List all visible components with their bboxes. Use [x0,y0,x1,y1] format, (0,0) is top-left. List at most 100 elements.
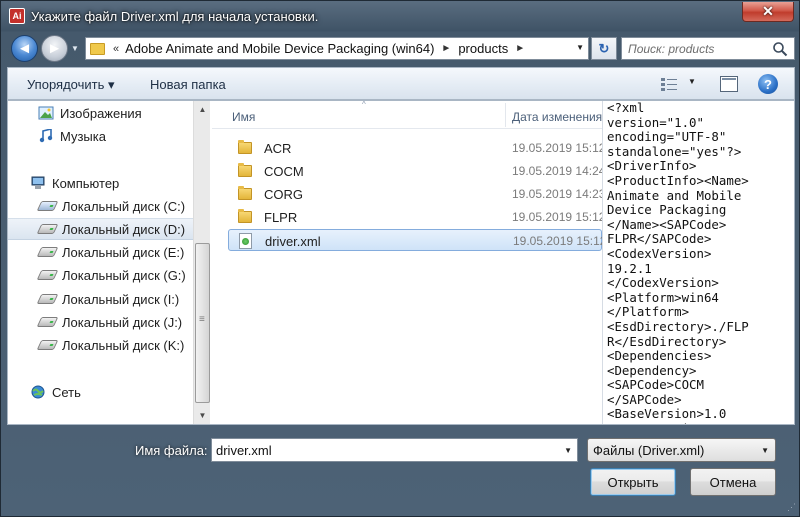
nav-item-drive-d[interactable]: Локальный диск (D:) [8,218,193,240]
preview-pane-toggle[interactable] [720,76,738,92]
drive-icon [36,224,59,234]
file-type-filter[interactable]: Файлы (Driver.xml) ▼ [587,438,776,462]
nav-label: Локальный диск (I:) [62,291,180,307]
content-area: Изображения Музыка Компьютер Локальный д… [7,100,795,425]
file-name: FLPR [264,210,298,225]
drive-icon [36,317,59,327]
drive-icon [36,340,59,350]
chevron-down-icon: ▼ [761,446,769,455]
file-name: COCM [264,164,304,179]
help-icon[interactable]: ? [758,74,778,94]
nav-item-computer[interactable]: Компьютер [8,172,193,194]
nav-item-drive-c[interactable]: Локальный диск (C:) [8,195,193,217]
column-name[interactable]: Имя [232,110,255,124]
nav-item-music[interactable]: Музыка [8,125,193,147]
folder-icon [238,140,252,154]
file-row[interactable]: CORG 19.05.2019 14:23 [228,183,602,205]
view-dropdown[interactable]: ▼ [688,77,696,86]
file-date: 19.05.2019 15:12 [512,210,602,224]
column-date-modified[interactable]: Дата изменения [512,110,602,124]
open-button[interactable]: Открыть [590,468,676,496]
navigation-pane: Изображения Музыка Компьютер Локальный д… [8,101,211,424]
file-name: ACR [264,141,292,156]
search-icon[interactable] [772,41,788,57]
scroll-up-arrow[interactable]: ▲ [194,101,211,118]
pictures-icon [38,106,54,120]
file-row-selected[interactable]: driver.xml 19.05.2019 15:12 [228,229,602,251]
file-date: 19.05.2019 15:12 [512,141,602,155]
xml-preview-text: <?xml version="1.0" encoding="UTF-8" sta… [607,101,749,424]
nav-label: Локальный диск (C:) [62,198,186,214]
organize-menu[interactable]: Упорядочить ▾ [27,77,115,93]
nav-item-pictures[interactable]: Изображения [8,102,193,124]
nav-label: Музыка [60,128,106,144]
breadcrumb-segment[interactable]: products [458,41,508,56]
close-button[interactable]: ✕ [742,2,794,22]
filename-dropdown[interactable]: ▼ [564,446,572,455]
network-icon [31,385,45,399]
nav-item-drive-e[interactable]: Локальный диск (E:) [8,241,193,263]
window-title: Укажите файл Driver.xml для начала устан… [31,9,319,24]
back-button[interactable]: ◄ [11,35,38,62]
nav-item-drive-j[interactable]: Локальный диск (J:) [8,311,193,333]
title-bar: Ai Укажите файл Driver.xml для начала ус… [1,1,800,32]
breadcrumb-root[interactable]: « [113,43,119,55]
file-name: driver.xml [265,234,321,249]
folder-icon [238,209,252,223]
new-folder-button[interactable]: Новая папка [150,77,226,92]
command-bar: Упорядочить ▾ Новая папка ▼ ? [7,67,795,100]
folder-icon [238,186,252,200]
nav-item-network[interactable]: Сеть [8,381,193,403]
xml-file-icon [239,233,252,249]
scroll-down-arrow[interactable]: ▼ [194,407,211,424]
address-bar[interactable]: « Adobe Animate and Mobile Device Packag… [85,37,589,60]
nav-label: Локальный диск (J:) [62,314,183,330]
drive-icon [36,270,59,280]
computer-icon [31,176,45,189]
file-date: 19.05.2019 14:23 [512,187,602,201]
adobe-app-icon: Ai [9,8,25,24]
nav-item-drive-g[interactable]: Локальный диск (G:) [8,264,193,286]
music-icon [39,129,53,143]
history-dropdown[interactable]: ▼ [71,44,79,53]
resize-grip[interactable]: ⋰ [787,502,796,513]
file-name: CORG [264,187,303,202]
filename-input[interactable]: driver.xml ▼ [211,438,578,462]
column-header: Имя ^ Дата изменения [212,101,602,129]
nav-label: Локальный диск (G:) [62,267,186,283]
drive-icon [36,201,59,211]
nav-label: Локальный диск (D:) [62,221,186,237]
file-open-dialog: Ai Укажите файл Driver.xml для начала ус… [0,0,800,517]
refresh-button[interactable]: ↻ [591,37,617,60]
filename-label: Имя файла: [135,443,208,458]
nav-label: Изображения [60,105,142,121]
nav-label: Компьютер [52,175,120,191]
filename-value: driver.xml [216,443,272,458]
file-row[interactable]: ACR 19.05.2019 15:12 [228,137,602,159]
preview-pane: <?xml version="1.0" encoding="UTF-8" sta… [602,101,794,424]
navigation-bar: ◄ ► ▼ « Adobe Animate and Mobile Device … [7,33,795,63]
breadcrumb-segment[interactable]: Adobe Animate and Mobile Device Packagin… [125,41,434,56]
nav-item-drive-k[interactable]: Локальный диск (K:) [8,334,193,356]
filter-value: Файлы (Driver.xml) [593,443,705,458]
folder-icon [90,42,105,55]
file-row[interactable]: FLPR 19.05.2019 15:12 [228,206,602,228]
navpane-scrollbar[interactable]: ▲ ▼ [193,101,210,424]
sort-indicator: ^ [362,101,366,109]
search-input[interactable]: Поиск: products [621,37,795,60]
folder-icon [238,163,252,177]
scroll-thumb[interactable] [195,243,210,403]
column-divider[interactable] [505,103,506,127]
file-row[interactable]: COCM 19.05.2019 14:24 [228,160,602,182]
address-dropdown[interactable]: ▼ [576,43,584,52]
nav-label: Локальный диск (K:) [62,337,185,353]
nav-item-drive-i[interactable]: Локальный диск (I:) [8,288,193,310]
drive-icon [36,247,59,257]
forward-button[interactable]: ► [41,35,68,62]
view-options-icon[interactable] [660,76,678,92]
file-date: 19.05.2019 14:24 [512,164,602,178]
breadcrumb-separator[interactable]: ► [515,43,525,54]
cancel-button[interactable]: Отмена [690,468,776,496]
nav-label: Сеть [52,384,81,400]
breadcrumb-separator[interactable]: ► [441,43,451,54]
